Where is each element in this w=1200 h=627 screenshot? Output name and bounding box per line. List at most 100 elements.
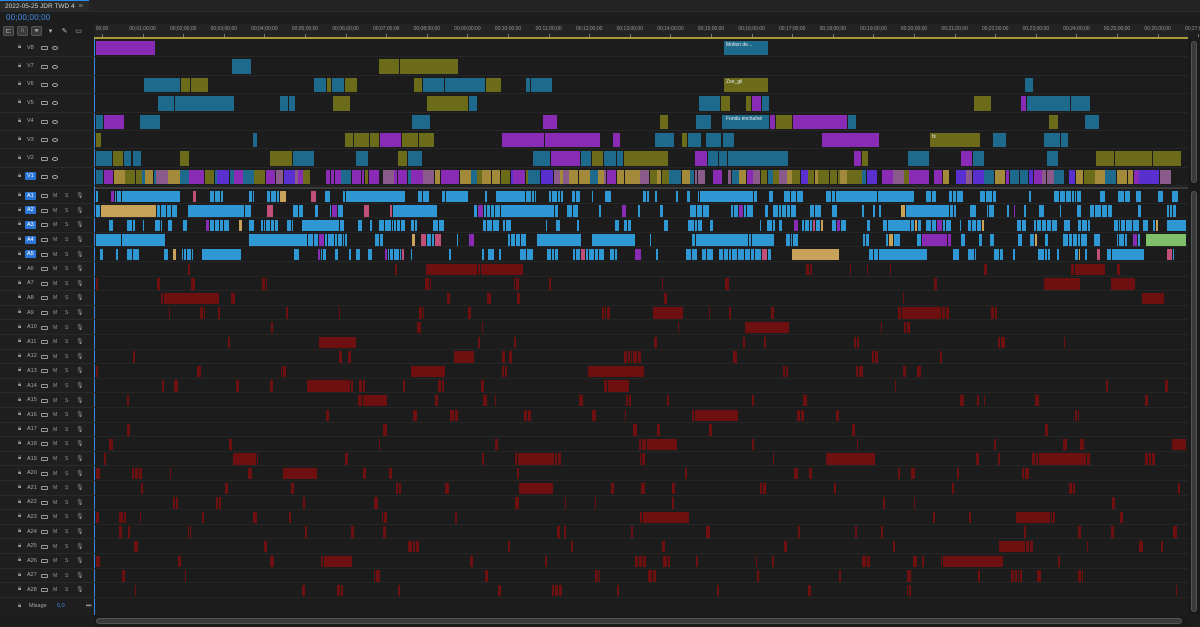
audio-clip[interactable] — [959, 394, 964, 407]
video-clip[interactable] — [345, 133, 354, 148]
solo-button[interactable]: S — [65, 339, 68, 345]
track-name[interactable]: A7 — [27, 280, 34, 286]
video-clip[interactable] — [751, 96, 762, 111]
audio-clip[interactable] — [785, 234, 790, 246]
audio-clip[interactable] — [1142, 292, 1164, 305]
microphone-icon[interactable]: 🎙︎ — [76, 572, 84, 579]
audio-clip[interactable] — [343, 190, 345, 203]
audio-clip[interactable] — [668, 555, 670, 568]
video-clip[interactable] — [279, 96, 288, 111]
video-clip[interactable] — [966, 169, 973, 185]
audio-clip[interactable] — [677, 321, 679, 334]
solo-button[interactable]: S — [65, 514, 68, 520]
audio-clip[interactable] — [697, 190, 700, 203]
video-clip[interactable] — [332, 96, 350, 111]
video-clip[interactable] — [123, 151, 132, 166]
video-clip[interactable] — [526, 77, 531, 93]
microphone-icon[interactable]: 🎙︎ — [76, 484, 84, 491]
audio-clip[interactable] — [994, 248, 1000, 261]
audio-clip[interactable] — [373, 570, 376, 582]
audio-clip[interactable] — [602, 307, 604, 319]
microphone-icon[interactable]: 🎙︎ — [76, 499, 84, 506]
video-clip[interactable] — [840, 169, 847, 185]
audio-clip[interactable] — [290, 482, 295, 495]
audio-clip[interactable] — [628, 394, 632, 407]
audio-clip[interactable] — [383, 526, 386, 538]
audio-clip[interactable] — [481, 248, 484, 261]
audio-clip[interactable] — [298, 205, 304, 217]
audio-clip[interactable] — [972, 219, 977, 232]
audio-clip[interactable] — [487, 248, 494, 261]
video-clip[interactable] — [351, 169, 362, 185]
audio-clip[interactable] — [339, 351, 342, 363]
audio-clip[interactable] — [445, 190, 469, 203]
video-clip[interactable] — [829, 169, 838, 185]
track-lane[interactable] — [94, 350, 1188, 365]
video-clip[interactable] — [347, 169, 352, 185]
track-name[interactable]: A22 — [27, 499, 37, 505]
mute-button[interactable]: M — [53, 354, 57, 360]
audio-clip[interactable] — [344, 234, 348, 246]
audio-clip[interactable] — [169, 467, 171, 480]
audio-clip[interactable] — [210, 190, 215, 203]
solo-button[interactable]: S — [65, 427, 68, 433]
lock-icon[interactable]: 🔒︎ — [18, 63, 21, 70]
audio-clip[interactable] — [1012, 248, 1016, 261]
audio-clip[interactable] — [879, 205, 882, 217]
video-clip[interactable] — [345, 77, 358, 93]
audio-clip[interactable] — [1051, 219, 1057, 232]
video-clip[interactable] — [168, 169, 180, 185]
audio-clip[interactable] — [390, 248, 394, 261]
solo-button[interactable]: S — [65, 310, 68, 316]
audio-clip[interactable] — [957, 467, 960, 480]
audio-clip[interactable] — [402, 380, 406, 392]
video-clip[interactable] — [397, 169, 408, 185]
audio-clip[interactable] — [978, 234, 982, 246]
video-clip[interactable] — [850, 169, 862, 185]
audio-clip[interactable] — [369, 219, 373, 232]
track-lane[interactable] — [94, 247, 1188, 262]
audio-clip[interactable] — [486, 292, 491, 305]
audio-clip[interactable] — [970, 205, 977, 217]
audio-clip[interactable] — [974, 248, 976, 261]
video-clip[interactable] — [745, 96, 751, 111]
sync-lock-icon[interactable] — [41, 559, 48, 564]
sync-lock-icon[interactable] — [41, 398, 48, 403]
audio-clip[interactable] — [217, 307, 221, 319]
lock-icon[interactable]: 🔒︎ — [18, 324, 21, 331]
audio-clip[interactable] — [527, 248, 533, 261]
video-clip[interactable] — [695, 151, 708, 166]
sync-lock-icon[interactable] — [41, 311, 48, 316]
audio-clip[interactable] — [96, 555, 100, 568]
audio-clip[interactable] — [909, 584, 911, 597]
audio-clip[interactable] — [797, 526, 801, 538]
video-clip[interactable] — [690, 169, 695, 185]
eye-icon[interactable] — [52, 156, 58, 161]
audio-clip[interactable] — [139, 511, 141, 524]
audio-clip[interactable] — [815, 219, 820, 232]
audio-clip[interactable] — [225, 482, 229, 495]
sync-lock-icon[interactable] — [41, 238, 48, 243]
video-clip[interactable] — [727, 169, 732, 185]
audio-clip[interactable] — [592, 409, 596, 422]
audio-clip[interactable] — [487, 205, 490, 217]
track-name[interactable]: A1 — [25, 191, 36, 200]
audio-clip[interactable] — [1173, 526, 1177, 538]
mute-button[interactable]: M — [53, 471, 57, 477]
audio-clip[interactable] — [576, 248, 581, 261]
audio-clip[interactable] — [1024, 526, 1027, 538]
audio-clip[interactable] — [598, 248, 605, 261]
audio-clip[interactable] — [793, 234, 799, 246]
video-clip[interactable] — [444, 77, 485, 93]
audio-clip[interactable] — [925, 190, 932, 203]
audio-clip[interactable] — [1030, 540, 1033, 553]
audio-clip[interactable] — [549, 190, 551, 203]
video-clip[interactable] — [697, 169, 706, 185]
audio-clip[interactable] — [384, 219, 391, 232]
audio-clip[interactable] — [794, 219, 799, 232]
go-to-end-icon[interactable]: ⏭ — [86, 603, 91, 610]
audio-clip[interactable] — [264, 219, 266, 232]
wrench-icon[interactable]: ✎ — [59, 26, 70, 36]
audio-clip[interactable] — [248, 219, 254, 232]
video-clip[interactable] — [1047, 151, 1058, 166]
